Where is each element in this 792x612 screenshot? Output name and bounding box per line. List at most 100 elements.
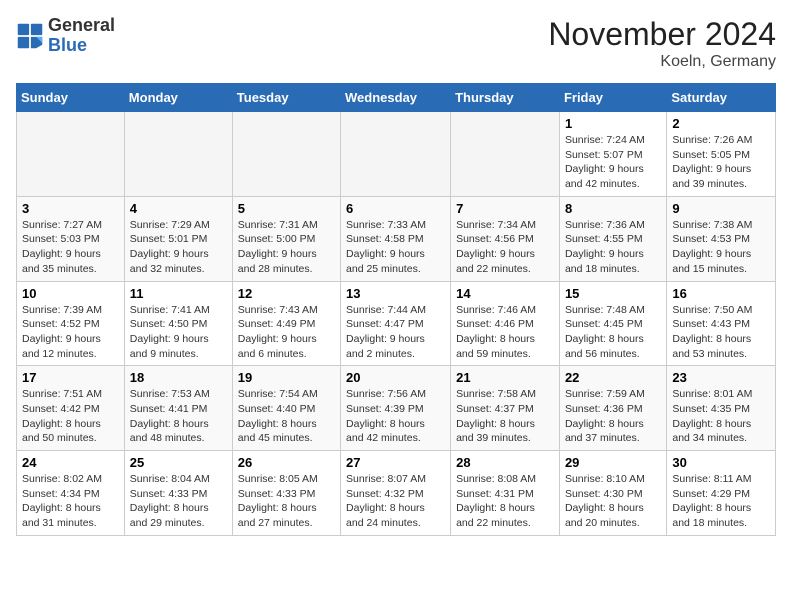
- day-detail: Sunrise: 7:36 AM Sunset: 4:55 PM Dayligh…: [565, 218, 661, 277]
- day-detail: Sunrise: 7:34 AM Sunset: 4:56 PM Dayligh…: [456, 218, 554, 277]
- weekday-header-row: SundayMondayTuesdayWednesdayThursdayFrid…: [17, 84, 776, 112]
- day-number: 20: [346, 370, 445, 385]
- day-detail: Sunrise: 7:56 AM Sunset: 4:39 PM Dayligh…: [346, 387, 445, 446]
- day-detail: Sunrise: 7:58 AM Sunset: 4:37 PM Dayligh…: [456, 387, 554, 446]
- day-number: 11: [130, 286, 227, 301]
- day-number: 2: [672, 116, 770, 131]
- day-number: 30: [672, 455, 770, 470]
- weekday-header: Sunday: [17, 84, 125, 112]
- day-detail: Sunrise: 8:11 AM Sunset: 4:29 PM Dayligh…: [672, 472, 770, 531]
- day-number: 24: [22, 455, 119, 470]
- day-detail: Sunrise: 7:39 AM Sunset: 4:52 PM Dayligh…: [22, 303, 119, 362]
- day-number: 4: [130, 201, 227, 216]
- day-number: 28: [456, 455, 554, 470]
- day-number: 1: [565, 116, 661, 131]
- calendar-week-row: 24 Sunrise: 8:02 AM Sunset: 4:34 PM Dayli…: [17, 451, 776, 536]
- calendar-cell: 15Sunrise: 7:48 AM Sunset: 4:45 PM Dayli…: [559, 281, 666, 366]
- day-number: 27: [346, 455, 445, 470]
- calendar-cell: 3 Sunrise: 7:27 AM Sunset: 5:03 PM Daylig…: [17, 196, 125, 281]
- day-detail: Sunrise: 8:07 AM Sunset: 4:32 PM Dayligh…: [346, 472, 445, 531]
- calendar-cell: [451, 112, 560, 197]
- calendar-cell: 27 Sunrise: 8:07 AM Sunset: 4:32 PM Dayli…: [341, 451, 451, 536]
- day-detail: Sunrise: 7:33 AM Sunset: 4:58 PM Dayligh…: [346, 218, 445, 277]
- logo-text: General Blue: [48, 16, 115, 56]
- calendar-cell: [232, 112, 340, 197]
- calendar-cell: 28 Sunrise: 8:08 AM Sunset: 4:31 PM Dayli…: [451, 451, 560, 536]
- calendar-cell: [17, 112, 125, 197]
- day-number: 6: [346, 201, 445, 216]
- calendar-cell: 29 Sunrise: 8:10 AM Sunset: 4:30 PM Dayli…: [559, 451, 666, 536]
- day-number: 16: [672, 286, 770, 301]
- calendar-cell: 9 Sunrise: 7:38 AM Sunset: 4:53 PM Daylig…: [667, 196, 776, 281]
- day-detail: Sunrise: 8:05 AM Sunset: 4:33 PM Dayligh…: [238, 472, 335, 531]
- calendar-cell: 14Sunrise: 7:46 AM Sunset: 4:46 PM Dayli…: [451, 281, 560, 366]
- day-number: 15: [565, 286, 661, 301]
- day-detail: Sunrise: 7:31 AM Sunset: 5:00 PM Dayligh…: [238, 218, 335, 277]
- calendar-cell: 23Sunrise: 8:01 AM Sunset: 4:35 PM Dayli…: [667, 366, 776, 451]
- weekday-header: Wednesday: [341, 84, 451, 112]
- day-number: 3: [22, 201, 119, 216]
- day-number: 17: [22, 370, 119, 385]
- weekday-header: Saturday: [667, 84, 776, 112]
- calendar-cell: 8Sunrise: 7:36 AM Sunset: 4:55 PM Daylig…: [559, 196, 666, 281]
- day-detail: Sunrise: 7:51 AM Sunset: 4:42 PM Dayligh…: [22, 387, 119, 446]
- day-number: 19: [238, 370, 335, 385]
- calendar-week-row: 1Sunrise: 7:24 AM Sunset: 5:07 PM Daylig…: [17, 112, 776, 197]
- day-detail: Sunrise: 7:29 AM Sunset: 5:01 PM Dayligh…: [130, 218, 227, 277]
- calendar-cell: 20 Sunrise: 7:56 AM Sunset: 4:39 PM Dayli…: [341, 366, 451, 451]
- calendar-cell: 16 Sunrise: 7:50 AM Sunset: 4:43 PM Dayli…: [667, 281, 776, 366]
- calendar-cell: 6 Sunrise: 7:33 AM Sunset: 4:58 PM Daylig…: [341, 196, 451, 281]
- day-number: 23: [672, 370, 770, 385]
- calendar-cell: 18 Sunrise: 7:53 AM Sunset: 4:41 PM Dayli…: [124, 366, 232, 451]
- calendar-cell: 5Sunrise: 7:31 AM Sunset: 5:00 PM Daylig…: [232, 196, 340, 281]
- calendar-week-row: 10Sunrise: 7:39 AM Sunset: 4:52 PM Dayli…: [17, 281, 776, 366]
- calendar-cell: 25Sunrise: 8:04 AM Sunset: 4:33 PM Dayli…: [124, 451, 232, 536]
- calendar-cell: 19 Sunrise: 7:54 AM Sunset: 4:40 PM Dayli…: [232, 366, 340, 451]
- page-header: General Blue November 2024 Koeln, German…: [16, 16, 776, 71]
- calendar-cell: 24 Sunrise: 8:02 AM Sunset: 4:34 PM Dayli…: [17, 451, 125, 536]
- day-number: 21: [456, 370, 554, 385]
- calendar-table: SundayMondayTuesdayWednesdayThursdayFrid…: [16, 83, 776, 536]
- day-detail: Sunrise: 7:26 AM Sunset: 5:05 PM Dayligh…: [672, 133, 770, 192]
- day-detail: Sunrise: 7:54 AM Sunset: 4:40 PM Dayligh…: [238, 387, 335, 446]
- day-number: 18: [130, 370, 227, 385]
- calendar-cell: 10Sunrise: 7:39 AM Sunset: 4:52 PM Dayli…: [17, 281, 125, 366]
- weekday-header: Thursday: [451, 84, 560, 112]
- calendar-cell: 17 Sunrise: 7:51 AM Sunset: 4:42 PM Dayli…: [17, 366, 125, 451]
- calendar-week-row: 17 Sunrise: 7:51 AM Sunset: 4:42 PM Dayli…: [17, 366, 776, 451]
- day-detail: Sunrise: 8:10 AM Sunset: 4:30 PM Dayligh…: [565, 472, 661, 531]
- day-number: 7: [456, 201, 554, 216]
- calendar-week-row: 3 Sunrise: 7:27 AM Sunset: 5:03 PM Daylig…: [17, 196, 776, 281]
- calendar-cell: 11 Sunrise: 7:41 AM Sunset: 4:50 PM Dayli…: [124, 281, 232, 366]
- calendar-cell: 2 Sunrise: 7:26 AM Sunset: 5:05 PM Daylig…: [667, 112, 776, 197]
- calendar-cell: 21 Sunrise: 7:58 AM Sunset: 4:37 PM Dayli…: [451, 366, 560, 451]
- calendar-cell: 12 Sunrise: 7:43 AM Sunset: 4:49 PM Dayli…: [232, 281, 340, 366]
- weekday-header: Tuesday: [232, 84, 340, 112]
- day-number: 13: [346, 286, 445, 301]
- day-detail: Sunrise: 7:41 AM Sunset: 4:50 PM Dayligh…: [130, 303, 227, 362]
- day-detail: Sunrise: 7:46 AM Sunset: 4:46 PM Dayligh…: [456, 303, 554, 362]
- location: Koeln, Germany: [548, 53, 776, 71]
- day-number: 22: [565, 370, 661, 385]
- day-detail: Sunrise: 8:02 AM Sunset: 4:34 PM Dayligh…: [22, 472, 119, 531]
- day-detail: Sunrise: 7:38 AM Sunset: 4:53 PM Dayligh…: [672, 218, 770, 277]
- logo: General Blue: [16, 16, 115, 56]
- calendar-cell: 22 Sunrise: 7:59 AM Sunset: 4:36 PM Dayli…: [559, 366, 666, 451]
- calendar-cell: 30 Sunrise: 8:11 AM Sunset: 4:29 PM Dayli…: [667, 451, 776, 536]
- calendar-cell: 7 Sunrise: 7:34 AM Sunset: 4:56 PM Daylig…: [451, 196, 560, 281]
- day-detail: Sunrise: 7:27 AM Sunset: 5:03 PM Dayligh…: [22, 218, 119, 277]
- day-number: 29: [565, 455, 661, 470]
- day-detail: Sunrise: 7:59 AM Sunset: 4:36 PM Dayligh…: [565, 387, 661, 446]
- day-detail: Sunrise: 8:08 AM Sunset: 4:31 PM Dayligh…: [456, 472, 554, 531]
- day-detail: Sunrise: 7:53 AM Sunset: 4:41 PM Dayligh…: [130, 387, 227, 446]
- month-title: November 2024: [548, 16, 776, 53]
- weekday-header: Friday: [559, 84, 666, 112]
- weekday-header: Monday: [124, 84, 232, 112]
- day-detail: Sunrise: 7:43 AM Sunset: 4:49 PM Dayligh…: [238, 303, 335, 362]
- day-detail: Sunrise: 7:50 AM Sunset: 4:43 PM Dayligh…: [672, 303, 770, 362]
- calendar-cell: 26Sunrise: 8:05 AM Sunset: 4:33 PM Dayli…: [232, 451, 340, 536]
- day-number: 12: [238, 286, 335, 301]
- logo-icon: [16, 22, 44, 50]
- day-number: 9: [672, 201, 770, 216]
- calendar-cell: 1Sunrise: 7:24 AM Sunset: 5:07 PM Daylig…: [559, 112, 666, 197]
